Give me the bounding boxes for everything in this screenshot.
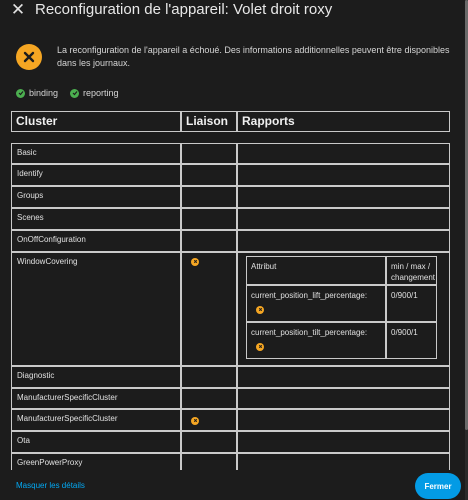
rapports-cell bbox=[237, 230, 450, 252]
rapports-cell bbox=[237, 366, 450, 388]
rapports-cell bbox=[237, 186, 450, 208]
table-row: Ota bbox=[11, 431, 450, 453]
reports-table: Attribut min / max / changement current_… bbox=[246, 256, 437, 362]
chip-label: binding bbox=[29, 88, 59, 98]
report-value: 0/900/1 bbox=[386, 285, 437, 322]
cluster-name: Ota bbox=[11, 431, 181, 453]
rapports-cell bbox=[237, 164, 450, 186]
reports-header-interval: min / max / changement bbox=[386, 256, 437, 285]
table-row: Groups bbox=[11, 186, 450, 208]
reports-header-attribute: Attribut bbox=[246, 256, 386, 285]
cluster-name: Basic bbox=[11, 143, 181, 164]
table-row: OnOffConfiguration bbox=[11, 230, 450, 252]
chip-reporting: reporting bbox=[70, 88, 119, 98]
check-circle-icon bbox=[70, 88, 80, 98]
status-chips: binding reporting bbox=[16, 88, 119, 98]
warning-icon bbox=[256, 305, 264, 314]
dialog-title: Reconfiguration de l'appareil: Volet dro… bbox=[35, 1, 333, 18]
table-row: ManufacturerSpecificCluster bbox=[11, 388, 450, 409]
liaison-cell bbox=[181, 186, 237, 208]
report-attribute-name: current_position_tilt_percentage: bbox=[251, 328, 368, 337]
liaison-cell bbox=[181, 431, 237, 453]
table-row: Basic bbox=[11, 143, 450, 164]
report-attribute-cell: current_position_lift_percentage: bbox=[246, 285, 386, 322]
rapports-cell: Attribut min / max / changement current_… bbox=[237, 252, 450, 366]
cluster-name: ManufacturerSpecificCluster bbox=[11, 409, 181, 431]
cluster-name: Scenes bbox=[11, 208, 181, 230]
cluster-name: Identify bbox=[11, 164, 181, 186]
cluster-name: Groups bbox=[11, 186, 181, 208]
rapports-cell bbox=[237, 208, 450, 230]
rapports-cell bbox=[237, 409, 450, 431]
rapports-cell bbox=[237, 388, 450, 409]
table-row: WindowCovering Attribut min / max / chan… bbox=[11, 252, 450, 366]
cluster-name: OnOffConfiguration bbox=[11, 230, 181, 252]
table-row: Scenes bbox=[11, 208, 450, 230]
chip-binding: binding bbox=[16, 88, 58, 98]
chip-label: reporting bbox=[83, 88, 119, 98]
hide-details-link[interactable]: Masquer les détails bbox=[16, 481, 85, 490]
close-button[interactable]: Fermer bbox=[415, 473, 461, 499]
close-icon[interactable]: ✕ bbox=[10, 1, 26, 18]
liaison-cell bbox=[181, 409, 237, 431]
column-header-liaison: Liaison bbox=[181, 111, 237, 132]
error-x-icon bbox=[16, 44, 42, 70]
liaison-cell bbox=[181, 164, 237, 186]
liaison-cell bbox=[181, 366, 237, 388]
cluster-name: WindowCovering bbox=[11, 252, 181, 366]
report-attribute-cell: current_position_tilt_percentage: bbox=[246, 322, 386, 359]
column-header-cluster: Cluster bbox=[11, 111, 181, 132]
warning-icon bbox=[256, 342, 264, 351]
check-circle-icon bbox=[16, 88, 25, 98]
liaison-cell bbox=[181, 208, 237, 230]
liaison-cell bbox=[181, 143, 237, 164]
liaison-cell bbox=[181, 252, 237, 366]
table-row: ManufacturerSpecificCluster bbox=[11, 409, 450, 431]
liaison-cell bbox=[181, 388, 237, 409]
report-value: 0/900/1 bbox=[386, 322, 437, 359]
dialog-header: ✕ Reconfiguration de l'appareil: Volet d… bbox=[0, 0, 468, 24]
column-header-rapports: Rapports bbox=[237, 111, 450, 132]
dialog-footer: Masquer les détails bbox=[0, 470, 468, 500]
table-row: Identify bbox=[11, 164, 450, 186]
report-attribute-name: current_position_lift_percentage: bbox=[251, 291, 368, 300]
table-row: Diagnostic bbox=[11, 366, 450, 388]
table-header: Cluster Liaison Rapports bbox=[11, 111, 450, 132]
warning-icon bbox=[191, 257, 199, 266]
rapports-cell bbox=[237, 431, 450, 453]
alert-message: La reconfiguration de l'appareil a échou… bbox=[57, 45, 450, 68]
cluster-name: ManufacturerSpecificCluster bbox=[11, 388, 181, 409]
warning-icon bbox=[191, 416, 199, 425]
rapports-cell bbox=[237, 143, 450, 164]
liaison-cell bbox=[181, 230, 237, 252]
cluster-name: Diagnostic bbox=[11, 366, 181, 388]
